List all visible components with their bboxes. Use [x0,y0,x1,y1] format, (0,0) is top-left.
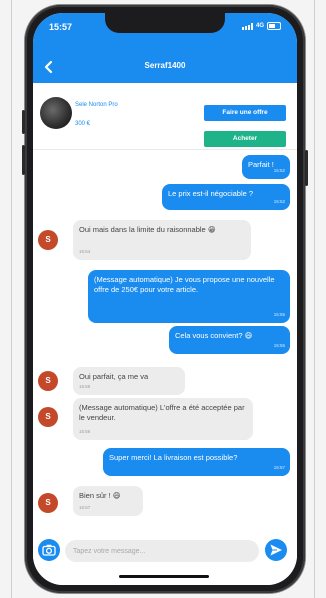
message-bubble-outgoing: (Message automatique) Je vous propose un… [88,270,290,323]
product-price: 300 € [75,121,91,127]
message-text: Bien sûr ! 😄 [79,491,121,500]
volume-down-button [22,145,25,175]
contact-avatar[interactable]: S [38,371,58,391]
contact-avatar[interactable]: S [38,407,58,427]
product-name[interactable]: Sele Norton Pro [75,102,118,108]
message-time: 15:57 [79,505,91,510]
message-bubble-incoming: Bien sûr ! 😄 15:57 [73,486,143,516]
chat-header: 15:57 4G Serraf1400 [33,13,297,83]
message-bubble-incoming: Oui mais dans la limite du raisonnable 😁… [73,220,251,260]
camera-button[interactable] [38,539,60,561]
message-time: 15:54 [79,249,91,254]
message-text: Super merci! La livraison est possible? [109,453,238,462]
battery-icon [267,22,281,30]
message-time: 15:55 [273,343,285,348]
message-time: 15:55 [79,384,91,389]
camera-icon [42,544,56,556]
network-label: 4G [255,23,264,29]
message-text: (Message automatique) Je vous propose un… [94,275,275,294]
buy-button[interactable]: Acheter [204,131,286,147]
conversation-title: Serraf1400 [144,61,186,70]
signal-icon [241,22,253,30]
message-text: Cela vous convient? 😄 [175,331,253,340]
status-time: 15:57 [49,22,73,32]
contact-avatar[interactable]: S [38,493,58,513]
volume-up-button [22,110,25,134]
status-icons: 4G [241,22,281,30]
message-bubble-incoming: (Message automatique) L'offre a été acce… [73,398,253,440]
product-thumbnail[interactable] [40,97,72,129]
contact-avatar[interactable]: S [38,230,58,250]
notch [105,13,225,33]
message-text: Oui parfait, ça me va [79,372,149,381]
message-time: 15:55 [273,312,285,317]
message-bubble-outgoing: Le prix est-il négociable ? 15:52 [162,184,290,210]
message-bubble-incoming: Oui parfait, ça me va 15:55 [73,367,185,395]
message-text: Le prix est-il négociable ? [168,189,254,198]
message-text: (Message automatique) L'offre a été acce… [79,403,245,422]
message-input[interactable] [65,540,259,562]
power-button [305,150,308,186]
message-time: 15:56 [79,429,91,434]
message-time: 15:52 [273,168,285,173]
home-indicator [119,575,209,578]
product-bar: Sele Norton Pro 300 € Faire une offre Ac… [33,83,297,150]
make-offer-button[interactable]: Faire une offre [204,105,286,121]
message-text: Oui mais dans la limite du raisonnable 😁 [79,225,216,234]
message-time: 15:52 [273,199,285,204]
send-icon [270,544,282,556]
message-bubble-outgoing: Cela vous convient? 😄 15:55 [169,326,290,354]
message-time: 15:57 [273,465,285,470]
send-button[interactable] [265,539,287,561]
message-bubble-outgoing: Parfait ! 15:52 [242,155,290,179]
message-bubble-outgoing: Super merci! La livraison est possible? … [103,448,290,476]
phone-screen: 15:57 4G Serraf1400 Sele Norton Pro 300 … [33,13,297,585]
